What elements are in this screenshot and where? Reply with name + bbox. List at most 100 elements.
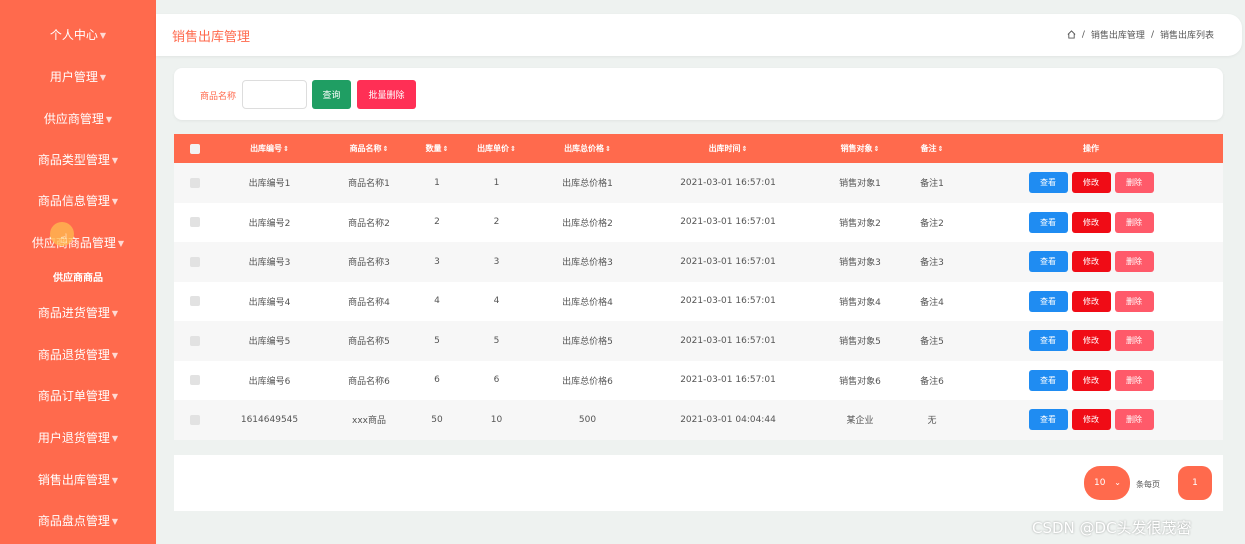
query-button[interactable]: 查询 bbox=[312, 80, 351, 109]
cell-outbound-time: 2021-03-01 16:57:01 bbox=[680, 217, 776, 228]
sort-icon: ⇕ bbox=[510, 145, 516, 153]
triangle-down-icon: ▼ bbox=[105, 114, 113, 124]
sidebar-item-inventory-check-management[interactable]: 商品盘点管理 ▼ bbox=[0, 506, 156, 536]
triangle-down-icon: ▼ bbox=[111, 308, 119, 318]
cell-outbound-no: 出库编号1 bbox=[248, 179, 291, 190]
triangle-down-icon: ▼ bbox=[111, 155, 119, 165]
sidebar-item-user-return-management[interactable]: 用户退货管理 ▼ bbox=[0, 423, 156, 453]
view-button[interactable]: 查看 bbox=[1028, 251, 1068, 273]
column-header-sales-target[interactable]: 销售对象⇕ bbox=[815, 134, 905, 163]
cell-outbound-time: 2021-03-01 16:57:01 bbox=[680, 335, 776, 346]
hand-cursor-icon: ☝ bbox=[60, 232, 68, 247]
cell-unit-price: 3 bbox=[493, 256, 500, 267]
delete-button[interactable]: 删除 bbox=[1114, 330, 1154, 352]
column-header-product-name[interactable]: 商品名称⇕ bbox=[323, 134, 415, 163]
cell-product-name: xxx商品 bbox=[352, 416, 386, 427]
sidebar-item-sales-outbound-management[interactable]: 销售出库管理 ▼ bbox=[0, 465, 156, 495]
edit-button[interactable]: 修改 bbox=[1071, 409, 1111, 431]
cell-outbound-time: 2021-03-01 16:57:01 bbox=[680, 256, 776, 267]
column-header-total-price[interactable]: 出库总价格⇕ bbox=[534, 134, 641, 163]
sidebar-item-supplier-product-management[interactable]: 供应商商品管理 ▼ bbox=[0, 228, 156, 258]
sidebar-item-product-info-management[interactable]: 商品信息管理 ▼ bbox=[0, 186, 156, 216]
pagination-card: 10 ⌄ 条每页 1 bbox=[174, 455, 1223, 511]
sidebar-subitem-supplier-product[interactable]: 供应商商品 bbox=[0, 269, 156, 289]
row-checkbox[interactable] bbox=[190, 375, 200, 385]
sidebar-item-purchase-management[interactable]: 商品进货管理 ▼ bbox=[0, 298, 156, 328]
edit-button[interactable]: 修改 bbox=[1071, 251, 1111, 273]
edit-button[interactable]: 修改 bbox=[1071, 330, 1111, 352]
cell-unit-price: 4 bbox=[493, 296, 500, 307]
sidebar-item-user-management[interactable]: 用户管理 ▼ bbox=[0, 62, 156, 92]
cell-outbound-no: 出库编号4 bbox=[248, 297, 291, 308]
row-checkbox[interactable] bbox=[190, 177, 200, 188]
sidebar-item-order-management[interactable]: 商品订单管理 ▼ bbox=[0, 381, 156, 411]
cell-outbound-time: 2021-03-01 16:57:01 bbox=[680, 177, 776, 188]
delete-button[interactable]: 删除 bbox=[1114, 172, 1154, 194]
column-header-remark[interactable]: 备注⇕ bbox=[905, 134, 959, 163]
column-header-unit-price[interactable]: 出库单价⇕ bbox=[459, 134, 534, 163]
cell-remark: 无 bbox=[927, 416, 937, 427]
batch-delete-button[interactable]: 批量删除 bbox=[357, 80, 416, 109]
breadcrumb-item[interactable]: 销售出库管理 bbox=[1091, 28, 1145, 41]
sidebar-item-personal-center[interactable]: 个人中心 ▼ bbox=[0, 20, 156, 50]
view-button[interactable]: 查看 bbox=[1028, 172, 1068, 194]
cell-sales-target: 销售对象6 bbox=[839, 376, 881, 387]
page-number-button[interactable]: 1 bbox=[1178, 466, 1212, 500]
edit-button[interactable]: 修改 bbox=[1071, 290, 1111, 312]
cell-unit-price: 6 bbox=[493, 375, 500, 386]
delete-button[interactable]: 删除 bbox=[1114, 211, 1154, 233]
delete-button[interactable]: 删除 bbox=[1114, 251, 1154, 273]
triangle-down-icon: ▼ bbox=[111, 433, 119, 443]
row-checkbox[interactable] bbox=[190, 217, 200, 227]
cell-remark: 备注4 bbox=[920, 297, 944, 308]
triangle-down-icon: ▼ bbox=[117, 238, 125, 248]
delete-button[interactable]: 删除 bbox=[1114, 409, 1154, 431]
view-button[interactable]: 查看 bbox=[1028, 409, 1068, 431]
triangle-down-icon: ▼ bbox=[111, 391, 119, 401]
column-header-label: 出库编号 bbox=[250, 144, 283, 153]
cell-remark: 备注2 bbox=[920, 218, 944, 229]
delete-button[interactable]: 删除 bbox=[1114, 369, 1154, 391]
column-header-label: 出库时间 bbox=[708, 144, 741, 153]
view-button[interactable]: 查看 bbox=[1028, 211, 1068, 233]
edit-button[interactable]: 修改 bbox=[1071, 211, 1111, 233]
cell-product-name: 商品名称5 bbox=[348, 337, 390, 348]
view-button[interactable]: 查看 bbox=[1028, 369, 1068, 391]
view-button[interactable]: 查看 bbox=[1028, 290, 1068, 312]
column-header-quantity[interactable]: 数量⇕ bbox=[415, 134, 459, 163]
row-checkbox[interactable] bbox=[190, 335, 200, 346]
edit-button[interactable]: 修改 bbox=[1071, 369, 1111, 391]
cell-outbound-no: 出库编号6 bbox=[248, 376, 291, 387]
cell-product-name: 商品名称1 bbox=[348, 179, 390, 190]
column-header-outbound-time[interactable]: 出库时间⇕ bbox=[641, 134, 815, 163]
cell-outbound-time: 2021-03-01 16:57:01 bbox=[680, 375, 776, 386]
sidebar-item-label: 商品类型管理 bbox=[37, 153, 110, 167]
select-all-checkbox[interactable] bbox=[190, 143, 200, 154]
product-name-input[interactable] bbox=[242, 80, 307, 109]
sidebar-item-supplier-management[interactable]: 供应商管理 ▼ bbox=[0, 104, 156, 134]
table-card: 出库编号⇕ 商品名称⇕ 数量⇕ 出库单价⇕ 出库总价格⇕ 出库时间⇕ 销售对象⇕… bbox=[174, 134, 1223, 440]
cell-product-name: 商品名称3 bbox=[348, 258, 390, 269]
edit-button[interactable]: 修改 bbox=[1071, 172, 1111, 194]
sort-icon: ⇕ bbox=[937, 145, 944, 153]
sidebar-item-label: 个人中心 bbox=[49, 28, 98, 42]
column-header-label: 备注 bbox=[920, 144, 937, 153]
home-icon[interactable] bbox=[1067, 30, 1076, 39]
cell-remark: 备注6 bbox=[920, 376, 944, 387]
delete-button[interactable]: 删除 bbox=[1114, 290, 1154, 312]
view-button[interactable]: 查看 bbox=[1028, 330, 1068, 352]
cell-outbound-time: 2021-03-01 16:57:01 bbox=[680, 296, 776, 307]
column-header-outbound-no[interactable]: 出库编号⇕ bbox=[216, 134, 323, 163]
page-size-value: 10 bbox=[1094, 478, 1106, 488]
sales-outbound-table: 出库编号⇕ 商品名称⇕ 数量⇕ 出库单价⇕ 出库总价格⇕ 出库时间⇕ 销售对象⇕… bbox=[174, 134, 1223, 440]
header-bar: 销售出库管理 / 销售出库管理 / 销售出库列表 bbox=[156, 14, 1242, 56]
triangle-down-icon: ▼ bbox=[111, 516, 119, 526]
table-row: 1614649545 xxx商品 50 10 500 2021-03-01 04… bbox=[174, 400, 1223, 440]
row-checkbox[interactable] bbox=[190, 296, 200, 306]
row-checkbox[interactable] bbox=[190, 256, 200, 267]
cell-total-price: 出库总价格3 bbox=[562, 258, 613, 269]
sidebar-item-product-type-management[interactable]: 商品类型管理 ▼ bbox=[0, 145, 156, 175]
row-checkbox[interactable] bbox=[190, 414, 200, 425]
page-size-select[interactable]: 10 ⌄ bbox=[1084, 466, 1130, 500]
sidebar-item-return-management[interactable]: 商品退货管理 ▼ bbox=[0, 340, 156, 370]
